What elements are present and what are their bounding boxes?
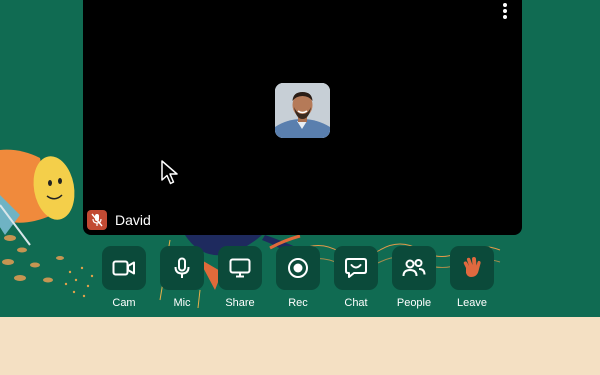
share-label: Share [225,297,255,309]
call-controls: Cam Mic Share Rec Chat People Leave [102,246,494,309]
more-options-icon[interactable] [502,3,508,19]
people-icon [402,259,426,277]
camera-icon [112,260,135,276]
people-label: People [396,297,432,309]
chat-control: Chat [334,246,378,309]
participant-name-tag: David [87,210,151,230]
share-button[interactable] [218,246,262,290]
rec-label: Rec [288,297,308,309]
mic-control: Mic [160,246,204,309]
bottom-band [0,317,600,375]
mouse-cursor-icon [161,160,178,185]
people-button[interactable] [392,246,436,290]
record-icon [288,258,308,278]
share-control: Share [218,246,262,309]
mic-label: Mic [173,297,191,309]
avatar [275,83,330,138]
leave-label: Leave [457,297,487,309]
cam-control: Cam [102,246,146,309]
call-background: David Cam Mic Share Rec Chat People Leav… [0,0,600,317]
rec-button[interactable] [276,246,320,290]
microphone-icon [174,257,190,278]
leave-button[interactable] [450,246,494,290]
mic-off-icon [87,210,107,230]
video-panel: David [83,0,522,235]
leave-control: Leave [450,246,494,309]
chat-label: Chat [344,297,368,309]
chat-button[interactable] [334,246,378,290]
monitor-icon [229,258,251,278]
people-control: People [392,246,436,309]
chat-icon [345,258,367,278]
mic-button[interactable] [160,246,204,290]
participant-name: David [115,212,151,228]
participant-photo [275,83,330,138]
wave-hand-icon [463,257,481,277]
rec-control: Rec [276,246,320,309]
cam-label: Cam [112,297,136,309]
cam-button[interactable] [102,246,146,290]
